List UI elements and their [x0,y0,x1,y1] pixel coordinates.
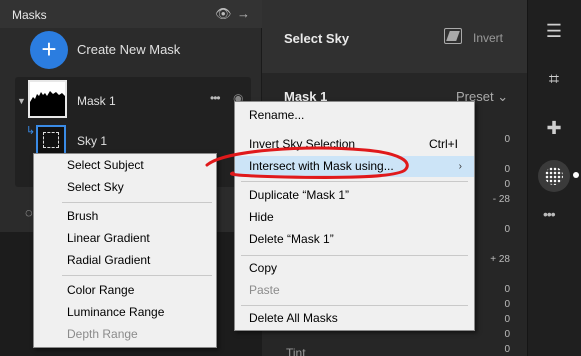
mask-thumbnail[interactable] [28,80,67,118]
menu-item-label: Color Range [67,283,135,297]
masks-title: Masks [12,8,47,22]
menu-item-delete-all-masks[interactable]: Delete All Masks [235,308,474,329]
menu-item-label: Luminance Range [67,305,165,319]
submenu-item-select-sky[interactable]: Select Sky [34,177,216,198]
submenu-item-radial-gradient[interactable]: Radial Gradient [34,250,216,271]
menu-item-label: Brush [67,209,99,223]
slider-value: 0 [504,299,510,310]
context-menu: Rename... Invert Sky Selection Ctrl+I Int… [234,101,475,331]
submenu-item-depth-range: Depth Range [34,324,216,345]
arrow-right-icon[interactable]: → [237,6,250,22]
collapse-caret-icon[interactable]: ▼ [17,96,26,106]
submenu-item-luminance-range[interactable]: Luminance Range [34,302,216,323]
submenu-item-brush[interactable]: Brush [34,206,216,227]
menu-separator [241,181,468,182]
slider-value: 0 [504,134,510,145]
menu-item-copy[interactable]: Copy [235,258,474,279]
eye-icon[interactable]: 👁 [215,6,232,22]
submenu-arrow-icon: › [458,161,462,172]
tint-label: Tint [286,346,306,356]
menu-item-label: Hide [249,210,274,224]
chevron-down-icon: ⌄ [497,89,509,104]
more-icon[interactable]: ••• [543,206,556,222]
menu-item-delete[interactable]: Delete “Mask 1” [235,229,474,250]
submenu-item-select-subject[interactable]: Select Subject [34,155,216,176]
mask-thumbnail-image [30,82,65,116]
slider-value: 0 [504,224,510,235]
submenu: Select Subject Select Sky Brush Linear G… [33,153,217,348]
invert-icon[interactable] [444,28,462,44]
menu-separator [241,305,468,306]
create-new-mask-label[interactable]: Create New Mask [77,42,180,57]
menu-item-label: Paste [249,283,280,297]
submenu-item-linear-gradient[interactable]: Linear Gradient [34,228,216,249]
menu-item-label: Copy [249,261,278,275]
crop-icon[interactable]: ⌗ [541,66,567,92]
sky-thumbnail[interactable] [36,125,66,155]
slider-value: 0 [504,344,510,355]
menu-item-intersect-with-mask[interactable]: Intersect with Mask using... › [235,156,474,177]
menu-item-invert-sky-selection[interactable]: Invert Sky Selection Ctrl+I [235,134,474,155]
menu-item-hide[interactable]: Hide [235,207,474,228]
slider-value: 0 [504,179,510,190]
slider-value: 0 [504,314,510,325]
masking-icon [545,167,563,185]
menu-item-label: Linear Gradient [67,231,150,245]
menu-item-label: Radial Gradient [67,253,151,267]
sliders-icon[interactable]: ☰ [541,18,567,44]
slider-value: 0 [504,329,510,340]
menu-item-label: Depth Range [67,327,138,341]
menu-separator [62,275,212,276]
heal-icon[interactable]: ✚ [541,115,567,141]
menu-separator [241,255,468,256]
sky-1-label[interactable]: Sky 1 [77,134,107,148]
invert-label[interactable]: Invert [473,31,503,45]
slider-value: + 28 [490,254,510,265]
shortcut-label: Ctrl+I [428,137,458,151]
menu-item-label: Duplicate “Mask 1” [249,188,350,202]
menu-item-label: Select Subject [67,158,144,172]
more-options-icon[interactable]: ••• [210,91,221,105]
menu-item-label: Intersect with Mask using... [249,159,394,173]
create-new-mask-button[interactable]: + [30,31,68,69]
mask-1-label[interactable]: Mask 1 [77,94,116,108]
select-sky-title: Select Sky [284,31,350,46]
menu-item-label: Rename... [249,108,305,122]
menu-item-rename[interactable]: Rename... [235,105,474,126]
menu-item-label: Delete “Mask 1” [249,232,334,246]
overlay-icon[interactable]: ◌ [25,205,33,220]
menu-separator [62,202,212,203]
branch-connector-icon: ↳ [26,125,36,137]
menu-item-label: Invert Sky Selection [249,137,356,151]
menu-item-paste: Paste [235,280,474,301]
slider-value: 0 [504,164,510,175]
slider-value: - 28 [492,194,510,205]
menu-item-duplicate[interactable]: Duplicate “Mask 1” [235,185,474,206]
sky-thumbnail-icon [43,132,59,148]
submenu-item-color-range[interactable]: Color Range [34,280,216,301]
menu-item-label: Delete All Masks [249,311,338,325]
slider-value: 0 [504,284,510,295]
menu-item-label: Select Sky [67,180,124,194]
active-indicator [573,172,579,178]
